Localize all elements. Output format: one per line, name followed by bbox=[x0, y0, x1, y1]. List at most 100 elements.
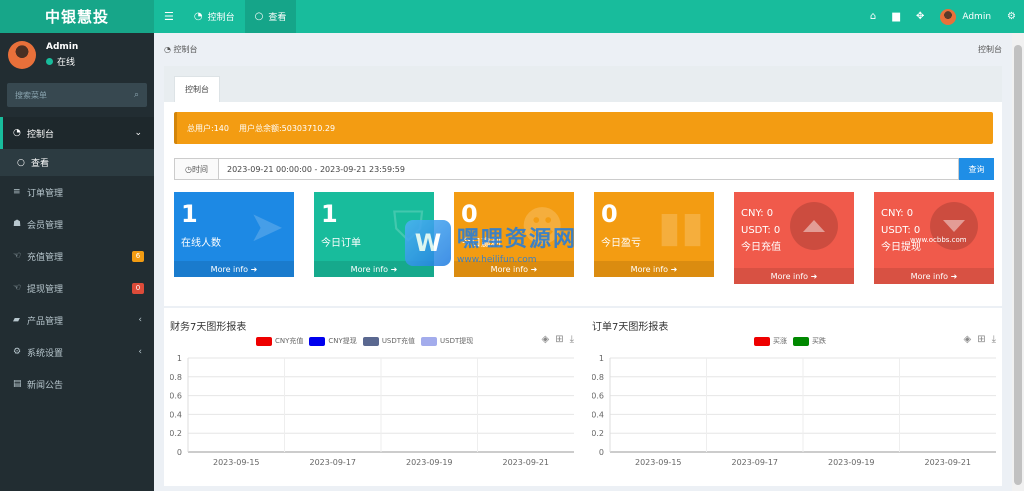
y-tick-label: 1 bbox=[177, 354, 182, 363]
chevron-left-icon: ‹ bbox=[138, 347, 142, 357]
legend-label: CNY提现 bbox=[328, 337, 357, 345]
sidebar-item-label: 控制台 bbox=[27, 129, 55, 140]
legend-item[interactable]: CNY提现 bbox=[309, 336, 357, 346]
legend-label: 买涨 bbox=[773, 337, 787, 345]
legend-item[interactable]: 买跌 bbox=[793, 336, 826, 346]
settings-button[interactable]: ⚙ bbox=[999, 0, 1024, 33]
sidebar-item-news[interactable]: ▤ 新闻公告 bbox=[0, 368, 154, 400]
more-info-label: More info bbox=[350, 264, 389, 274]
legend-item[interactable]: USDT提现 bbox=[421, 336, 473, 346]
news-icon: ▤ bbox=[13, 379, 22, 389]
bar-chart-icon: ▮▮ bbox=[657, 202, 704, 251]
stat-box-pnl: ▮▮ 0 今日盈亏 More info ➜ bbox=[594, 192, 714, 277]
grid-view-icon[interactable]: ⊞ bbox=[977, 334, 991, 345]
legend-swatch bbox=[362, 336, 379, 346]
page-scrollbar[interactable] bbox=[1012, 33, 1024, 491]
tab-dashboard[interactable]: ◔ 控制台 bbox=[184, 0, 245, 33]
more-info-link[interactable]: More info ➜ bbox=[874, 268, 994, 284]
grid-view-icon[interactable]: ⊞ bbox=[555, 334, 569, 345]
data-view-icon[interactable]: ◈ bbox=[963, 334, 977, 345]
sidebar-item-dashboard[interactable]: ◔ 控制台 ⌄ bbox=[0, 117, 154, 149]
breadcrumb-label[interactable]: 控制台 bbox=[174, 45, 198, 54]
stat-label: 今日订单 bbox=[321, 238, 361, 249]
legend-item[interactable]: CNY充值 bbox=[256, 336, 303, 346]
legend-swatch bbox=[793, 336, 809, 346]
chart-title: 财务7天图形报表 bbox=[170, 322, 247, 333]
user-status: 在线 bbox=[46, 55, 78, 68]
date-range-input[interactable]: 2023-09-21 00:00:00 - 2023-09-21 23:59:5… bbox=[218, 158, 959, 180]
trash-button[interactable]: ▆ bbox=[884, 0, 908, 33]
tab-view[interactable]: ○ 查看 bbox=[244, 0, 297, 33]
legend-item[interactable]: USDT充值 bbox=[362, 336, 416, 346]
breadcrumb-right: 控制台 bbox=[978, 45, 1002, 54]
legend-label: USDT提现 bbox=[440, 337, 474, 345]
chart-legend: CNY充值 CNY提现 USDT充值 USDT提现 bbox=[256, 336, 479, 346]
x-tick-label: 2023-09-21 bbox=[925, 458, 972, 467]
legend-label: USDT充值 bbox=[381, 337, 416, 345]
app-logo[interactable]: 中银慧投 bbox=[0, 0, 154, 33]
watermark: W 嘿哩资源网 www.heilifun.com bbox=[405, 220, 577, 266]
query-button[interactable]: 查询 bbox=[959, 158, 994, 180]
avatar bbox=[940, 8, 957, 25]
sidebar-item-orders[interactable]: ≡ 订单管理 bbox=[0, 176, 154, 208]
stat-boxes: ➤ 1 在线人数 More info ➜ ⛉ 1 今日订单 More info … bbox=[174, 192, 994, 284]
arrow-circle-right-icon: ➜ bbox=[388, 264, 398, 274]
circle-icon: ○ bbox=[254, 11, 264, 22]
sidebar-item-settings[interactable]: ⚙ 系统设置 ‹ bbox=[0, 336, 154, 368]
sidebar-item-members[interactable]: ☗ 会员管理 bbox=[0, 208, 154, 240]
sidebar-item-view[interactable]: ○ 查看 bbox=[0, 149, 154, 176]
stat-box-recharge: CNY: 0 USDT: 0 今日充值 More info ➜ bbox=[734, 192, 854, 284]
circle-icon: ○ bbox=[17, 157, 25, 168]
x-tick-label: 2023-09-15 bbox=[213, 458, 260, 467]
stat-label: 今日充值 bbox=[741, 242, 781, 253]
more-info-link[interactable]: More info ➜ bbox=[734, 268, 854, 284]
sidebar-item-label: 新闻公告 bbox=[27, 380, 64, 391]
download-icon[interactable]: ⤓ bbox=[570, 334, 580, 345]
download-icon[interactable]: ⤓ bbox=[992, 334, 1002, 345]
panel-tabbar: 控制台 bbox=[164, 66, 1002, 102]
time-filter: ◷ 时间 2023-09-21 00:00:00 - 2023-09-21 23… bbox=[174, 158, 994, 180]
stat-amounts: CNY: 0 USDT: 0 今日充值 bbox=[741, 205, 781, 256]
cny-amount: CNY: 0 bbox=[881, 208, 914, 219]
x-tick-label: 2023-09-21 bbox=[503, 458, 550, 467]
time-label-text: 时间 bbox=[191, 164, 208, 174]
home-button[interactable]: ⌂ bbox=[862, 0, 884, 33]
user-name: Admin bbox=[46, 42, 79, 52]
sidebar-item-products[interactable]: ▰ 产品管理 ‹ bbox=[0, 304, 154, 336]
sidebar-item-withdraw[interactable]: ☜ 提现管理 0 bbox=[0, 272, 154, 304]
more-info-label: More info bbox=[210, 264, 249, 274]
app-title: 中银慧投 bbox=[44, 8, 109, 26]
more-info-link[interactable]: More info ➜ bbox=[174, 261, 294, 277]
cny-amount: CNY: 0 bbox=[741, 208, 774, 219]
sidebar-search: ⌕ bbox=[7, 83, 147, 107]
sidebar-item-recharge[interactable]: ☜ 充值管理 6 bbox=[0, 240, 154, 272]
arrow-circle-right-icon: ➜ bbox=[948, 271, 958, 281]
data-view-icon[interactable]: ◈ bbox=[541, 334, 555, 345]
search-input[interactable] bbox=[15, 90, 115, 100]
chart-plot: 1 0.8 0.6 0.4 0.2 0 2023-09-15 2023-09-17 2023-0… bbox=[592, 354, 996, 467]
search-icon[interactable]: ⌕ bbox=[134, 90, 139, 100]
watermark-logo-icon: W bbox=[405, 220, 451, 266]
dashboard-panel: 控制台 总用户:140 用户总余额:50303710.29 ◷ 时间 2023-… bbox=[164, 66, 1002, 486]
fullscreen-button[interactable]: ✥ bbox=[908, 0, 932, 33]
x-tick-label: 2023-09-17 bbox=[732, 458, 779, 467]
legend-item[interactable]: 买涨 bbox=[754, 336, 787, 346]
order-chart: 订单7天图形报表 买涨 买跌 ◈⊞⤓ 1 0.8 0.6 0.4 0.2 0 2023-09-… bbox=[592, 318, 1002, 478]
sidebar-item-label: 产品管理 bbox=[27, 316, 64, 327]
chart-plot: 1 0.8 0.6 0.4 0.2 0 2023-09-15 2023-09-17 2023-0… bbox=[170, 354, 574, 467]
sidebar-item-label: 提现管理 bbox=[27, 284, 64, 295]
y-tick-label: 0.4 bbox=[170, 410, 182, 419]
more-info-link[interactable]: More info ➜ bbox=[594, 261, 714, 277]
admin-menu[interactable]: Admin bbox=[932, 0, 999, 33]
menu-toggle-button[interactable]: ☰ bbox=[154, 0, 184, 33]
product-icon: ▰ bbox=[13, 315, 20, 325]
scroll-thumb[interactable] bbox=[1014, 45, 1022, 485]
chart-toolbox: ◈⊞⤓ bbox=[963, 334, 1002, 345]
avatar bbox=[8, 41, 36, 69]
user-status-label: 在线 bbox=[57, 58, 76, 68]
tab-dashboard-panel[interactable]: 控制台 bbox=[174, 76, 220, 102]
more-info-label: More info bbox=[910, 271, 949, 281]
summary-notice: 总用户:140 用户总余额:50303710.29 bbox=[174, 112, 993, 144]
x-tick-label: 2023-09-15 bbox=[635, 458, 682, 467]
expand-icon: ✥ bbox=[915, 11, 925, 22]
